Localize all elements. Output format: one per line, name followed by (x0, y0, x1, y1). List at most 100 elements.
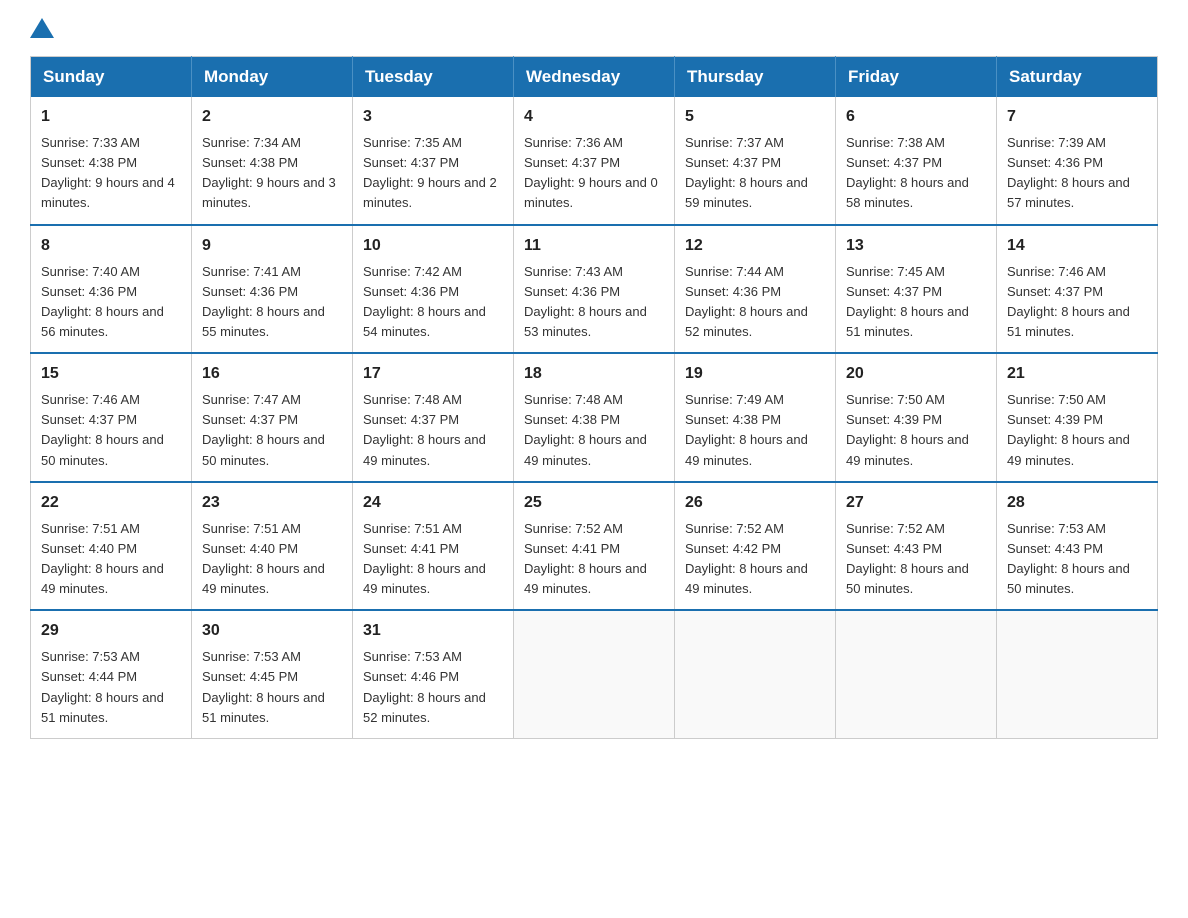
day-number: 30 (202, 619, 342, 643)
day-number: 13 (846, 234, 986, 258)
day-number: 31 (363, 619, 503, 643)
calendar-cell: 6 Sunrise: 7:38 AMSunset: 4:37 PMDayligh… (836, 97, 997, 225)
calendar-cell: 9 Sunrise: 7:41 AMSunset: 4:36 PMDayligh… (192, 225, 353, 354)
day-number: 20 (846, 362, 986, 386)
day-info: Sunrise: 7:39 AMSunset: 4:36 PMDaylight:… (1007, 135, 1130, 210)
day-info: Sunrise: 7:41 AMSunset: 4:36 PMDaylight:… (202, 264, 325, 339)
day-number: 21 (1007, 362, 1147, 386)
day-number: 8 (41, 234, 181, 258)
day-number: 3 (363, 105, 503, 129)
logo-triangle-icon (30, 18, 54, 38)
day-info: Sunrise: 7:49 AMSunset: 4:38 PMDaylight:… (685, 392, 808, 467)
calendar-cell: 2 Sunrise: 7:34 AMSunset: 4:38 PMDayligh… (192, 97, 353, 225)
day-number: 23 (202, 491, 342, 515)
calendar-cell: 30 Sunrise: 7:53 AMSunset: 4:45 PMDaylig… (192, 610, 353, 738)
calendar-cell: 19 Sunrise: 7:49 AMSunset: 4:38 PMDaylig… (675, 353, 836, 482)
calendar-cell: 4 Sunrise: 7:36 AMSunset: 4:37 PMDayligh… (514, 97, 675, 225)
day-info: Sunrise: 7:52 AMSunset: 4:43 PMDaylight:… (846, 521, 969, 596)
day-info: Sunrise: 7:37 AMSunset: 4:37 PMDaylight:… (685, 135, 808, 210)
day-number: 27 (846, 491, 986, 515)
weekday-header-tuesday: Tuesday (353, 57, 514, 98)
day-info: Sunrise: 7:47 AMSunset: 4:37 PMDaylight:… (202, 392, 325, 467)
calendar-cell: 25 Sunrise: 7:52 AMSunset: 4:41 PMDaylig… (514, 482, 675, 611)
day-number: 25 (524, 491, 664, 515)
day-number: 1 (41, 105, 181, 129)
calendar-cell: 7 Sunrise: 7:39 AMSunset: 4:36 PMDayligh… (997, 97, 1158, 225)
calendar-cell (514, 610, 675, 738)
weekday-header-wednesday: Wednesday (514, 57, 675, 98)
day-info: Sunrise: 7:35 AMSunset: 4:37 PMDaylight:… (363, 135, 497, 210)
day-info: Sunrise: 7:51 AMSunset: 4:41 PMDaylight:… (363, 521, 486, 596)
calendar-cell: 16 Sunrise: 7:47 AMSunset: 4:37 PMDaylig… (192, 353, 353, 482)
day-number: 7 (1007, 105, 1147, 129)
day-info: Sunrise: 7:50 AMSunset: 4:39 PMDaylight:… (1007, 392, 1130, 467)
calendar-cell: 8 Sunrise: 7:40 AMSunset: 4:36 PMDayligh… (31, 225, 192, 354)
calendar-cell: 14 Sunrise: 7:46 AMSunset: 4:37 PMDaylig… (997, 225, 1158, 354)
calendar-cell: 1 Sunrise: 7:33 AMSunset: 4:38 PMDayligh… (31, 97, 192, 225)
day-info: Sunrise: 7:53 AMSunset: 4:45 PMDaylight:… (202, 649, 325, 724)
day-info: Sunrise: 7:46 AMSunset: 4:37 PMDaylight:… (1007, 264, 1130, 339)
day-number: 2 (202, 105, 342, 129)
calendar-cell: 18 Sunrise: 7:48 AMSunset: 4:38 PMDaylig… (514, 353, 675, 482)
day-info: Sunrise: 7:34 AMSunset: 4:38 PMDaylight:… (202, 135, 336, 210)
day-number: 5 (685, 105, 825, 129)
weekday-header-sunday: Sunday (31, 57, 192, 98)
weekday-header-thursday: Thursday (675, 57, 836, 98)
day-info: Sunrise: 7:51 AMSunset: 4:40 PMDaylight:… (41, 521, 164, 596)
day-info: Sunrise: 7:52 AMSunset: 4:42 PMDaylight:… (685, 521, 808, 596)
day-info: Sunrise: 7:42 AMSunset: 4:36 PMDaylight:… (363, 264, 486, 339)
day-info: Sunrise: 7:53 AMSunset: 4:43 PMDaylight:… (1007, 521, 1130, 596)
day-number: 26 (685, 491, 825, 515)
calendar-cell: 29 Sunrise: 7:53 AMSunset: 4:44 PMDaylig… (31, 610, 192, 738)
day-number: 6 (846, 105, 986, 129)
calendar-cell: 17 Sunrise: 7:48 AMSunset: 4:37 PMDaylig… (353, 353, 514, 482)
day-info: Sunrise: 7:45 AMSunset: 4:37 PMDaylight:… (846, 264, 969, 339)
day-number: 11 (524, 234, 664, 258)
calendar-week-row: 8 Sunrise: 7:40 AMSunset: 4:36 PMDayligh… (31, 225, 1158, 354)
logo-blue-text (30, 20, 57, 40)
calendar-cell: 26 Sunrise: 7:52 AMSunset: 4:42 PMDaylig… (675, 482, 836, 611)
day-number: 14 (1007, 234, 1147, 258)
weekday-header-friday: Friday (836, 57, 997, 98)
calendar-cell: 15 Sunrise: 7:46 AMSunset: 4:37 PMDaylig… (31, 353, 192, 482)
day-info: Sunrise: 7:48 AMSunset: 4:38 PMDaylight:… (524, 392, 647, 467)
calendar-cell: 11 Sunrise: 7:43 AMSunset: 4:36 PMDaylig… (514, 225, 675, 354)
day-info: Sunrise: 7:40 AMSunset: 4:36 PMDaylight:… (41, 264, 164, 339)
calendar-cell: 28 Sunrise: 7:53 AMSunset: 4:43 PMDaylig… (997, 482, 1158, 611)
day-info: Sunrise: 7:50 AMSunset: 4:39 PMDaylight:… (846, 392, 969, 467)
day-info: Sunrise: 7:46 AMSunset: 4:37 PMDaylight:… (41, 392, 164, 467)
day-info: Sunrise: 7:51 AMSunset: 4:40 PMDaylight:… (202, 521, 325, 596)
day-info: Sunrise: 7:52 AMSunset: 4:41 PMDaylight:… (524, 521, 647, 596)
day-number: 28 (1007, 491, 1147, 515)
day-info: Sunrise: 7:43 AMSunset: 4:36 PMDaylight:… (524, 264, 647, 339)
calendar-table: SundayMondayTuesdayWednesdayThursdayFrid… (30, 56, 1158, 739)
calendar-cell: 3 Sunrise: 7:35 AMSunset: 4:37 PMDayligh… (353, 97, 514, 225)
calendar-cell (675, 610, 836, 738)
calendar-cell: 31 Sunrise: 7:53 AMSunset: 4:46 PMDaylig… (353, 610, 514, 738)
page-header (30, 20, 1158, 40)
calendar-cell: 10 Sunrise: 7:42 AMSunset: 4:36 PMDaylig… (353, 225, 514, 354)
day-info: Sunrise: 7:53 AMSunset: 4:46 PMDaylight:… (363, 649, 486, 724)
day-number: 10 (363, 234, 503, 258)
day-info: Sunrise: 7:38 AMSunset: 4:37 PMDaylight:… (846, 135, 969, 210)
calendar-cell: 12 Sunrise: 7:44 AMSunset: 4:36 PMDaylig… (675, 225, 836, 354)
calendar-cell (836, 610, 997, 738)
day-info: Sunrise: 7:33 AMSunset: 4:38 PMDaylight:… (41, 135, 175, 210)
logo (30, 20, 57, 40)
day-number: 9 (202, 234, 342, 258)
day-number: 12 (685, 234, 825, 258)
day-number: 24 (363, 491, 503, 515)
calendar-cell: 24 Sunrise: 7:51 AMSunset: 4:41 PMDaylig… (353, 482, 514, 611)
calendar-cell: 23 Sunrise: 7:51 AMSunset: 4:40 PMDaylig… (192, 482, 353, 611)
day-info: Sunrise: 7:53 AMSunset: 4:44 PMDaylight:… (41, 649, 164, 724)
calendar-week-row: 15 Sunrise: 7:46 AMSunset: 4:37 PMDaylig… (31, 353, 1158, 482)
day-info: Sunrise: 7:36 AMSunset: 4:37 PMDaylight:… (524, 135, 658, 210)
calendar-cell: 22 Sunrise: 7:51 AMSunset: 4:40 PMDaylig… (31, 482, 192, 611)
calendar-cell (997, 610, 1158, 738)
calendar-cell: 5 Sunrise: 7:37 AMSunset: 4:37 PMDayligh… (675, 97, 836, 225)
day-number: 19 (685, 362, 825, 386)
day-number: 18 (524, 362, 664, 386)
calendar-cell: 20 Sunrise: 7:50 AMSunset: 4:39 PMDaylig… (836, 353, 997, 482)
calendar-cell: 13 Sunrise: 7:45 AMSunset: 4:37 PMDaylig… (836, 225, 997, 354)
weekday-header-saturday: Saturday (997, 57, 1158, 98)
